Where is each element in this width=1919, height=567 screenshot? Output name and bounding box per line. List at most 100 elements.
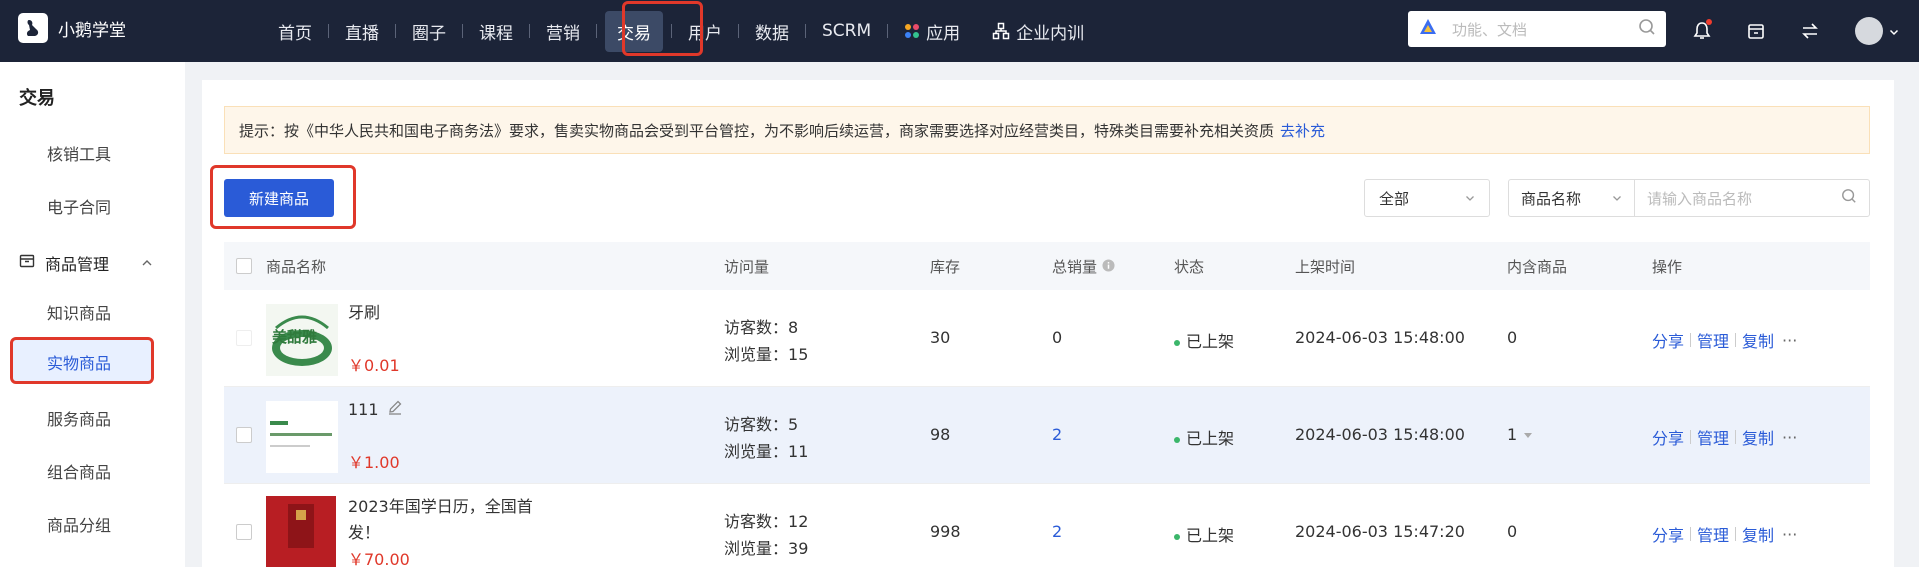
copy-link[interactable]: 复制: [1742, 328, 1774, 352]
top-right-icons: [1690, 0, 1902, 62]
search-field-value: 商品名称: [1521, 189, 1582, 208]
listed-time: 2024-06-03 15:47:20: [1295, 522, 1465, 541]
nav-apps-label: 应用: [926, 23, 961, 44]
sales-value[interactable]: 2: [1052, 522, 1062, 541]
apps-grid-icon: [904, 23, 920, 39]
sidebar-item-knowledge-products[interactable]: 知识商品: [47, 300, 111, 324]
view-label: 浏览量：: [724, 345, 789, 364]
sidebar-item-e-contract[interactable]: 电子合同: [47, 194, 111, 218]
visitor-value: 8: [788, 318, 799, 337]
copy-link[interactable]: 复制: [1742, 425, 1774, 449]
nav-data-label: 数据: [755, 23, 789, 44]
nav-scrm[interactable]: SCRM: [806, 0, 887, 62]
brand-triangle-icon: [1418, 17, 1438, 41]
row-actions: 分享 管理 复制 ···: [1652, 522, 1797, 546]
org-chart-icon: [992, 22, 1010, 40]
nav-marketing[interactable]: 营销: [530, 0, 596, 62]
more-actions[interactable]: ···: [1782, 525, 1797, 544]
sidebar-group-product-management[interactable]: 商品管理: [19, 251, 169, 275]
nav-apps[interactable]: 应用: [888, 0, 976, 62]
caret-down-icon: [1523, 425, 1533, 444]
product-name[interactable]: 2023年国学日历，全国首 发！: [348, 494, 548, 546]
more-actions[interactable]: ···: [1782, 331, 1797, 350]
status-label: 已上架: [1186, 526, 1235, 545]
app-logo[interactable]: 小鹅学堂: [18, 13, 126, 43]
visitor-label: 访客数：: [724, 415, 789, 434]
contains-count: 0: [1507, 522, 1518, 541]
search-icon[interactable]: [1841, 188, 1857, 208]
nav-live-label: 直播: [345, 23, 379, 44]
status-filter-select[interactable]: 全部: [1364, 179, 1490, 217]
app-name: 小鹅学堂: [58, 20, 126, 41]
status-dot: [1174, 436, 1180, 443]
row-checkbox[interactable]: [236, 427, 252, 443]
view-value: 39: [788, 539, 809, 558]
global-search[interactable]: 功能、文档: [1408, 11, 1666, 47]
status-badge: 已上架: [1174, 425, 1234, 449]
nav-circle[interactable]: 圈子: [396, 0, 462, 62]
select-all-checkbox[interactable]: [236, 258, 252, 274]
search-field-select[interactable]: 商品名称: [1509, 180, 1635, 216]
visitor-label: 访客数：: [724, 318, 789, 337]
bell-icon[interactable]: [1690, 19, 1714, 43]
notice-link[interactable]: 去补充: [1280, 120, 1325, 141]
sales-value[interactable]: 2: [1052, 425, 1062, 444]
nav-live[interactable]: 直播: [329, 0, 395, 62]
contains-count: 0: [1507, 328, 1518, 347]
product-name-input[interactable]: 请输入商品名称: [1635, 188, 1869, 209]
share-link[interactable]: 分享: [1652, 328, 1684, 352]
global-search-placeholder: 功能、文档: [1452, 20, 1528, 39]
nav-enterprise-training[interactable]: 企业内训: [976, 0, 1100, 62]
product-thumbnail: [266, 401, 338, 473]
header-name: 商品名称: [266, 258, 327, 276]
view-count: 浏览量：39: [724, 535, 808, 562]
manage-link[interactable]: 管理: [1697, 425, 1729, 449]
share-link[interactable]: 分享: [1652, 522, 1684, 546]
nav-scrm-label: SCRM: [822, 21, 872, 41]
product-name-line: 2023年国学日历，全国首: [348, 497, 533, 516]
pencil-edit-icon[interactable]: [387, 397, 403, 423]
nav-data[interactable]: 数据: [739, 0, 805, 62]
more-actions[interactable]: ···: [1782, 428, 1797, 447]
view-value: 11: [788, 442, 809, 461]
visit-stats: 访客数：12 浏览量：39: [724, 508, 808, 562]
action-divider: [1690, 430, 1692, 444]
top-navigation-bar: 小鹅学堂 首页 直播 圈子 课程 营销 交易 用户 数据 SCRM 应用 企业内…: [0, 0, 1919, 62]
search-icon[interactable]: [1638, 18, 1656, 40]
product-name[interactable]: 111: [348, 397, 379, 423]
switch-icon[interactable]: [1798, 19, 1822, 43]
contains-count-dropdown[interactable]: 1: [1507, 425, 1533, 444]
copy-link[interactable]: 复制: [1742, 522, 1774, 546]
table-row: 111 ￥1.00 访客数：5 浏览量：11 98 2 已上架 2024-06-…: [224, 387, 1870, 484]
manage-link[interactable]: 管理: [1697, 328, 1729, 352]
status-label: 已上架: [1186, 429, 1235, 448]
info-icon[interactable]: [1102, 258, 1115, 276]
new-product-button[interactable]: 新建商品: [224, 179, 334, 217]
product-price: ￥70.00: [348, 550, 410, 567]
nav-course[interactable]: 课程: [463, 0, 529, 62]
account-menu[interactable]: [1852, 17, 1902, 45]
action-divider: [1735, 430, 1737, 444]
visitor-count: 访客数：12: [724, 508, 808, 535]
chevron-down-icon: [1889, 22, 1899, 41]
nav-home[interactable]: 首页: [262, 0, 328, 62]
store-icon[interactable]: [1744, 19, 1768, 43]
share-link[interactable]: 分享: [1652, 425, 1684, 449]
view-label: 浏览量：: [724, 539, 789, 558]
nav-marketing-label: 营销: [546, 23, 580, 44]
product-name[interactable]: 牙刷: [348, 300, 380, 326]
nav-enterprise-label: 企业内训: [1016, 23, 1085, 44]
row-checkbox[interactable]: [236, 330, 252, 346]
row-actions: 分享 管理 复制 ···: [1652, 425, 1797, 449]
sidebar-item-service-products[interactable]: 服务商品: [47, 406, 111, 430]
row-checkbox[interactable]: [236, 524, 252, 540]
page-scrollbar[interactable]: [1900, 62, 1919, 567]
listed-time: 2024-06-03 15:48:00: [1295, 425, 1465, 444]
sidebar-item-bundle-products[interactable]: 组合商品: [47, 459, 111, 483]
header-time: 上架时间: [1295, 258, 1356, 276]
listed-time: 2024-06-03 15:48:00: [1295, 328, 1465, 347]
sidebar-item-verify-tools[interactable]: 核销工具: [47, 141, 111, 165]
manage-link[interactable]: 管理: [1697, 522, 1729, 546]
action-divider: [1735, 527, 1737, 541]
sidebar-item-product-groups[interactable]: 商品分组: [47, 512, 111, 536]
